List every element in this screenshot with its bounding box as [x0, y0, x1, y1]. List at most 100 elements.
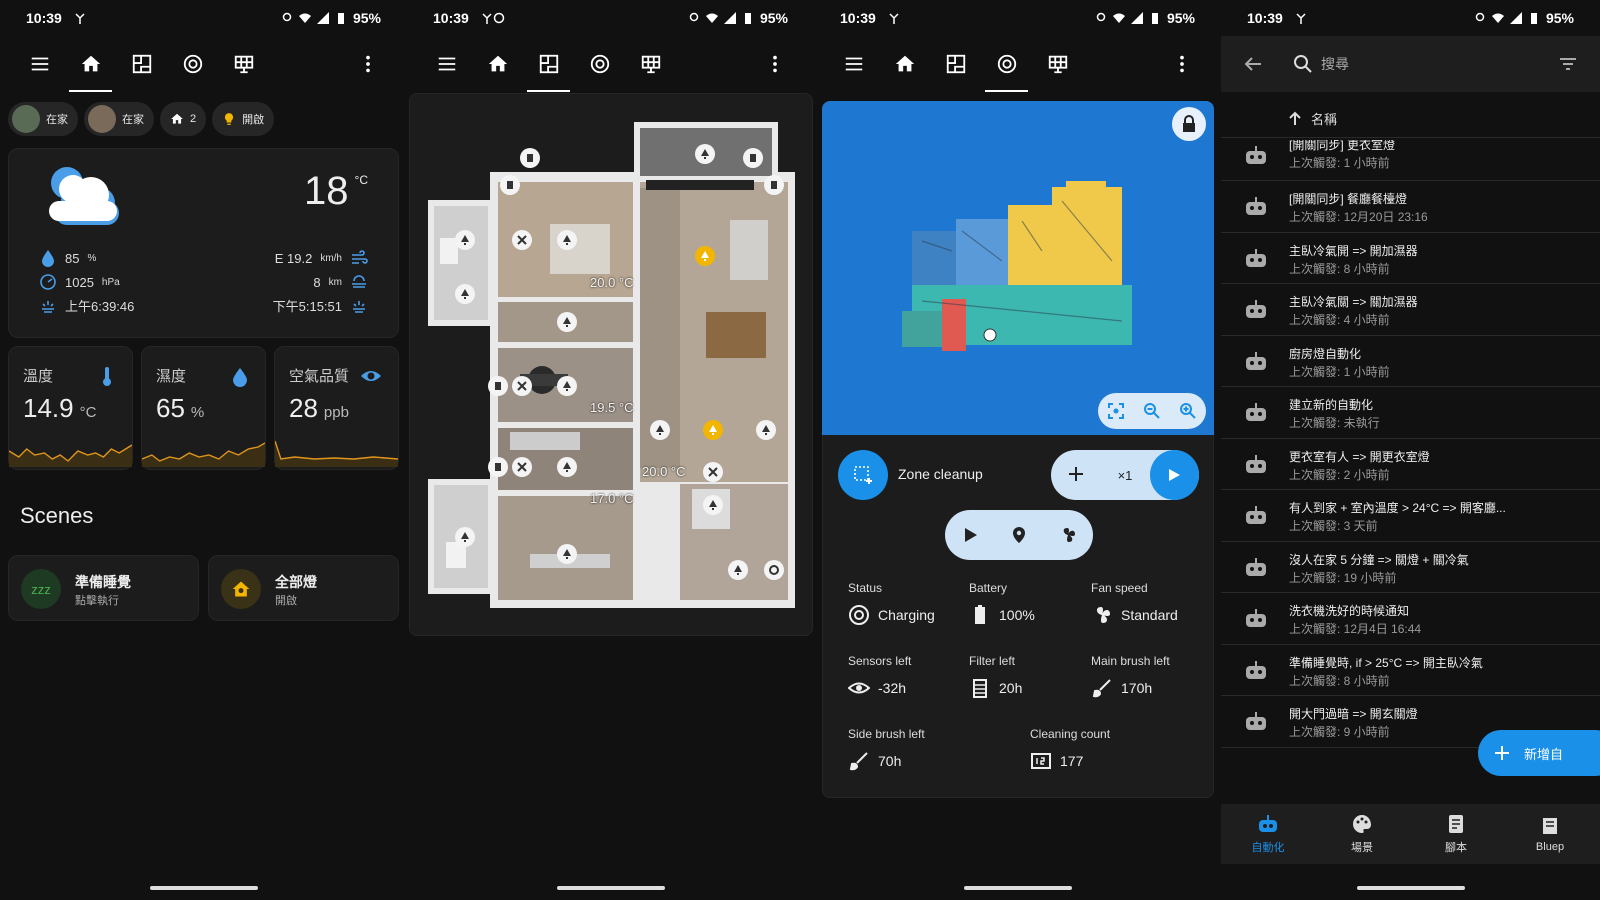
- overflow-menu-button[interactable]: [1156, 36, 1207, 92]
- map-marker-icon[interactable]: [1010, 526, 1028, 544]
- battery-icon: [337, 13, 344, 24]
- list-item[interactable]: 更衣室有人 => 開更衣室燈 上次觸發: 2 小時前: [1221, 439, 1600, 490]
- zoom-in-icon[interactable]: [1179, 402, 1197, 420]
- ceiling-light-icon[interactable]: [557, 230, 577, 250]
- filter-icon[interactable]: [1558, 54, 1578, 74]
- sensor-card-air-quality[interactable]: 空氣品質 28 ppb: [274, 346, 399, 470]
- ceiling-light-icon[interactable]: [557, 312, 577, 332]
- fan-icon[interactable]: [1059, 526, 1077, 544]
- list-item[interactable]: 沒人在家 5 分鐘 => 關燈 + 關冷氣 上次觸發: 19 小時前: [1221, 542, 1600, 593]
- search-input[interactable]: 搜尋: [1321, 54, 1349, 74]
- ceiling-light-icon[interactable]: [695, 144, 715, 164]
- ac-icon[interactable]: [512, 230, 532, 250]
- recenter-icon[interactable]: [1107, 402, 1125, 420]
- scene-card-sleep[interactable]: zzz 準備睡覺 點擊執行: [8, 555, 199, 621]
- start-zone-button[interactable]: [1149, 450, 1199, 500]
- automation-name: 主臥冷氣開 => 開加濕器: [1289, 243, 1418, 258]
- sensor-card-temperature[interactable]: 溫度 14.9 °C: [8, 346, 133, 470]
- weather-card[interactable]: 18 °C 85% 1025 hPa 上午6:39:46 E 19.2 km/h 8k…: [8, 148, 399, 338]
- zoom-out-icon[interactable]: [1143, 402, 1161, 420]
- list-item[interactable]: [開關同步] 餐廳餐檯燈 上次觸發: 12月20日 23:16: [1221, 181, 1600, 233]
- list-item[interactable]: 準備睡覺時, if > 25°C => 開主臥冷氣 上次觸發: 8 小時前: [1221, 645, 1600, 696]
- ceiling-light-icon-on[interactable]: [695, 246, 715, 266]
- play-icon[interactable]: [961, 526, 979, 544]
- sensor-card-humidity[interactable]: 濕度 65%: [141, 346, 266, 470]
- list-item[interactable]: 有人到家 + 室內溫度 > 24°C => 開客廳... 上次觸發: 3 天前: [1221, 490, 1600, 542]
- visibility-unit: km: [328, 276, 342, 288]
- ac-icon[interactable]: [703, 462, 723, 482]
- tab-home[interactable]: [879, 36, 930, 92]
- robot-icon: [1259, 815, 1277, 832]
- ceiling-light-icon[interactable]: [557, 457, 577, 477]
- list-item[interactable]: 主臥冷氣開 => 開加濕器 上次觸發: 8 小時前: [1221, 233, 1600, 284]
- blind-icon[interactable]: [500, 175, 520, 195]
- list-item[interactable]: 廚房燈自動化 上次觸發: 1 小時前: [1221, 336, 1600, 387]
- lights-chip[interactable]: 開啟: [212, 102, 275, 136]
- tab-energy[interactable]: [625, 36, 676, 92]
- tab-energy[interactable]: [218, 36, 269, 92]
- nav-automations[interactable]: 自動化: [1221, 804, 1315, 864]
- blind-icon[interactable]: [520, 148, 540, 168]
- nav-scripts[interactable]: 腳本: [1409, 804, 1503, 864]
- battery-percent: 95%: [1166, 10, 1195, 26]
- tab-floorplan[interactable]: [930, 36, 981, 92]
- tab-home[interactable]: [65, 36, 116, 92]
- menu-button[interactable]: [828, 36, 879, 92]
- list-item[interactable]: 建立新的自動化 上次觸發: 未執行: [1221, 387, 1600, 439]
- ceiling-light-icon[interactable]: [455, 230, 475, 250]
- blind-icon[interactable]: [488, 376, 508, 396]
- tab-vacuum[interactable]: [167, 36, 218, 92]
- lock-button[interactable]: [1172, 107, 1206, 141]
- room-temperature: 19.5 °C: [590, 400, 634, 415]
- blind-icon[interactable]: [488, 457, 508, 477]
- ceiling-light-icon[interactable]: [455, 284, 475, 304]
- add-zone-button[interactable]: [1051, 466, 1100, 485]
- menu-button[interactable]: [14, 36, 65, 92]
- nav-blueprints[interactable]: Bluep: [1503, 804, 1597, 864]
- ceiling-light-icon[interactable]: [728, 560, 748, 580]
- ac-icon[interactable]: [512, 457, 532, 477]
- ac-icon[interactable]: [512, 376, 532, 396]
- tab-vacuum[interactable]: [574, 36, 625, 92]
- ceiling-light-icon[interactable]: [455, 527, 475, 547]
- status-time: 10:39: [840, 10, 876, 26]
- grid-icon: [1048, 55, 1067, 74]
- repeat-count-button[interactable]: ×1: [1100, 468, 1149, 483]
- zone-cleanup-button[interactable]: [838, 450, 888, 500]
- menu-button[interactable]: [421, 36, 472, 92]
- overflow-menu-button[interactable]: [342, 36, 393, 92]
- scene-card-all-lights[interactable]: 全部燈 開啟: [208, 555, 399, 621]
- sort-header[interactable]: 名稱: [1221, 100, 1600, 138]
- tab-floorplan[interactable]: [116, 36, 167, 92]
- visibility-row: 8 km: [313, 273, 368, 291]
- person-chip[interactable]: 在家: [84, 102, 154, 136]
- ceiling-light-icon[interactable]: [557, 376, 577, 396]
- blind-icon[interactable]: [764, 175, 784, 195]
- ceiling-light-icon[interactable]: [756, 420, 776, 440]
- location-icon: [1096, 12, 1106, 22]
- back-arrow-icon[interactable]: [1243, 54, 1263, 74]
- person-chip[interactable]: 在家: [8, 102, 78, 136]
- plus-icon: [1068, 466, 1083, 481]
- overflow-menu-button[interactable]: [749, 36, 800, 92]
- list-item[interactable]: [開關同步] 更衣室燈 上次觸發: 1 小時前: [1221, 140, 1600, 181]
- vacuum-map[interactable]: [822, 101, 1214, 435]
- ceiling-light-icon[interactable]: [703, 495, 723, 515]
- tab-energy[interactable]: [1032, 36, 1083, 92]
- brush-icon: [1092, 679, 1111, 698]
- list-item[interactable]: 洗衣機洗好的時候通知 上次觸發: 12月4日 16:44: [1221, 593, 1600, 645]
- fan-icon[interactable]: [764, 560, 784, 580]
- add-automation-button[interactable]: 新增自: [1478, 730, 1600, 776]
- ceiling-light-icon[interactable]: [650, 420, 670, 440]
- tab-vacuum[interactable]: [981, 36, 1032, 92]
- more-vertical-icon: [365, 55, 370, 73]
- tab-home[interactable]: [472, 36, 523, 92]
- tab-floorplan[interactable]: [523, 36, 574, 92]
- stat-status: Status Charging: [848, 581, 964, 626]
- list-item[interactable]: 主臥冷氣關 => 關加濕器 上次觸發: 4 小時前: [1221, 284, 1600, 336]
- ceiling-light-icon[interactable]: [557, 544, 577, 564]
- nav-scenes[interactable]: 場景: [1315, 804, 1409, 864]
- home-count-chip[interactable]: 2: [160, 102, 207, 136]
- ceiling-light-icon-on[interactable]: [703, 420, 723, 440]
- blind-icon[interactable]: [743, 148, 763, 168]
